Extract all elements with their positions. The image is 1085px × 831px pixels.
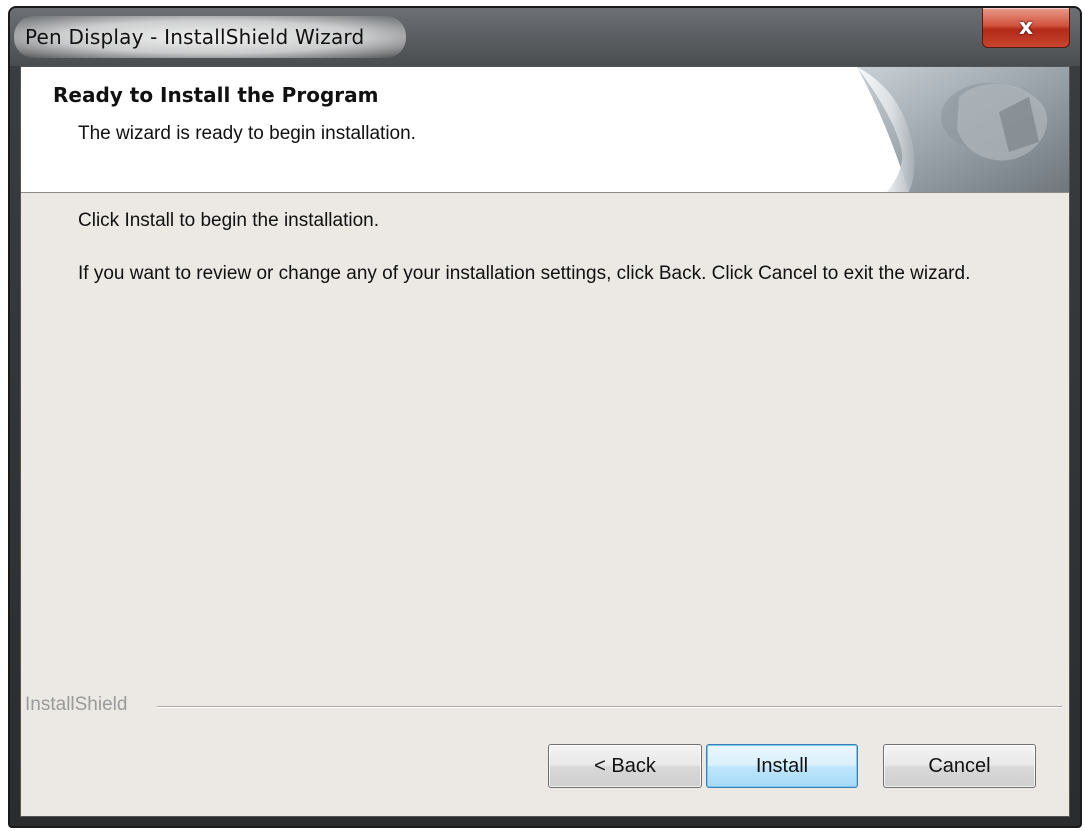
install-button[interactable]: Install [706, 744, 858, 788]
cancel-button[interactable]: Cancel [883, 744, 1036, 788]
wizard-header: Ready to Install the Program The wizard … [21, 67, 1069, 193]
footer-branding: InstallShield [25, 694, 1065, 718]
window-title: Pen Display - InstallShield Wizard [25, 25, 365, 49]
wizard-client-area: Ready to Install the Program The wizard … [20, 66, 1070, 817]
page-subtitle: The wizard is ready to begin installatio… [78, 123, 416, 144]
page-title: Ready to Install the Program [53, 83, 379, 107]
back-button[interactable]: < Back [548, 744, 702, 788]
installshield-art-icon [857, 67, 1069, 192]
installshield-brand-label: InstallShield [25, 694, 128, 715]
footer-divider [157, 706, 1062, 708]
close-icon: x [1018, 15, 1034, 40]
review-instruction-text: If you want to review or change any of y… [78, 263, 971, 284]
close-button[interactable]: x [982, 8, 1070, 48]
wizard-window: Pen Display - InstallShield Wizard x Rea… [8, 6, 1082, 828]
title-bar[interactable]: Pen Display - InstallShield Wizard x [10, 8, 1080, 66]
instruction-text: Click Install to begin the installation. [78, 210, 379, 231]
